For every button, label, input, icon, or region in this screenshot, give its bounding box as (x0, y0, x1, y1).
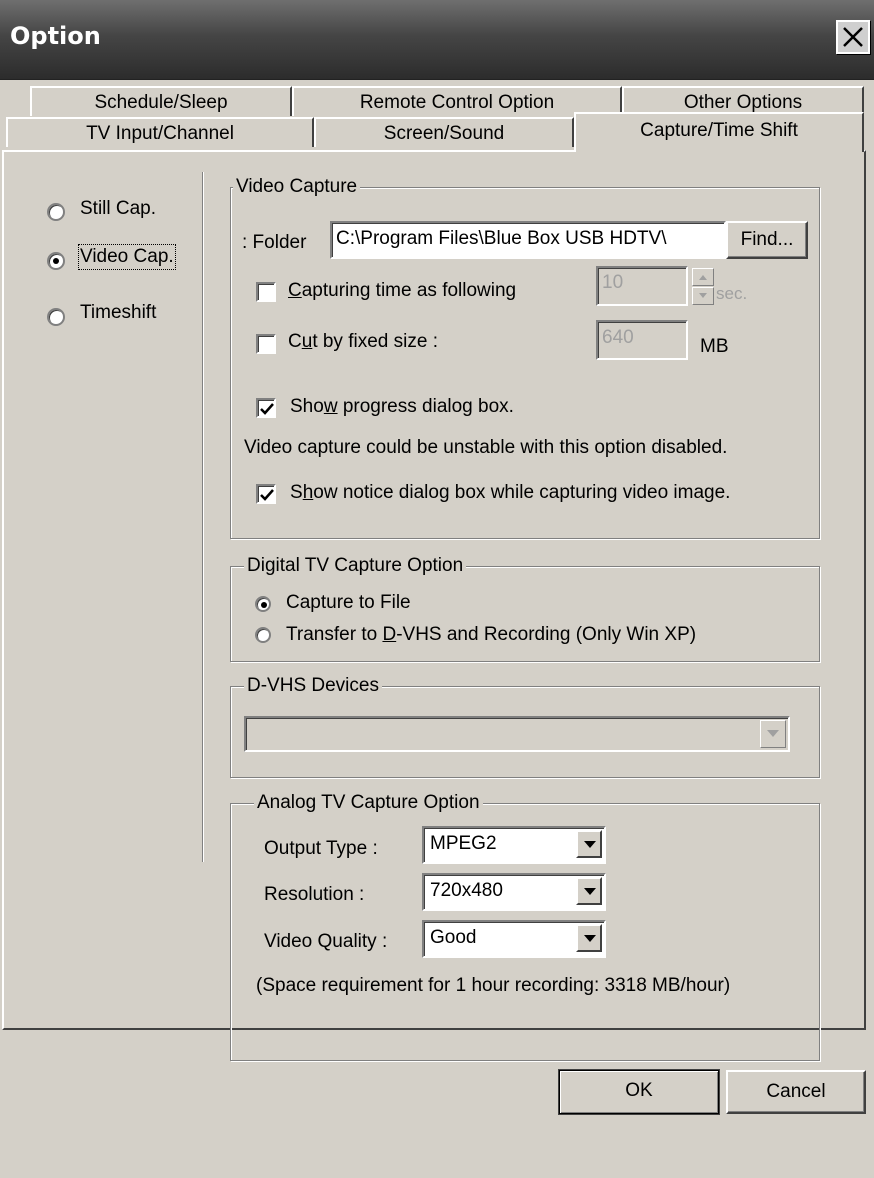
video-capture-title: Video Capture (233, 176, 361, 198)
resolution-select[interactable]: 720x480 (422, 873, 606, 911)
title-bar: Option (0, 0, 874, 80)
still-cap-radio[interactable] (47, 203, 65, 221)
tab-screen-sound[interactable]: Screen/Sound (314, 117, 574, 147)
video-quality-dropdown-button[interactable] (576, 924, 602, 952)
checkmark-icon (260, 403, 274, 415)
capture-time-checkbox[interactable] (256, 282, 276, 302)
output-type-value: MPEG2 (430, 833, 497, 854)
video-cap-radio[interactable] (47, 252, 65, 270)
resolution-label: Resolution : (264, 884, 365, 905)
capture-time-unit: sec. (716, 284, 748, 303)
dvhs-device-select[interactable] (244, 716, 790, 752)
digital-tv-capture-title: Digital TV Capture Option (244, 555, 467, 577)
resolution-value: 720x480 (430, 880, 503, 901)
stability-warning-text: Video capture could be unstable with thi… (244, 437, 728, 458)
dvhs-devices-title: D-VHS Devices (244, 675, 382, 697)
spin-down-button[interactable] (692, 287, 714, 305)
show-notice-label[interactable]: Show notice dialog box while capturing v… (290, 482, 730, 504)
chevron-down-icon (767, 730, 779, 737)
transfer-dvhs-label[interactable]: Transfer to D-VHS and Recording (Only Wi… (286, 624, 696, 646)
dvhs-dropdown-button[interactable] (760, 720, 786, 748)
find-button[interactable]: Find... (726, 221, 808, 259)
capture-time-label[interactable]: Capturing time as following (288, 280, 516, 302)
show-progress-label[interactable]: Show progress dialog box. (290, 396, 514, 418)
video-cap-label[interactable]: Video Cap. (78, 244, 176, 270)
nav-divider (202, 172, 204, 862)
checkmark-icon (260, 489, 274, 501)
tab-remote-control-option[interactable]: Remote Control Option (292, 86, 622, 116)
chevron-down-icon (584, 935, 596, 942)
still-cap-label[interactable]: Still Cap. (80, 198, 156, 220)
ok-button[interactable]: OK (558, 1069, 720, 1115)
space-requirement-note: (Space requirement for 1 hour recording:… (256, 975, 731, 996)
cut-size-unit: MB (700, 336, 729, 357)
resolution-dropdown-button[interactable] (576, 877, 602, 905)
window-title: Option (10, 22, 101, 50)
spin-up-icon (699, 275, 707, 280)
output-type-select[interactable]: MPEG2 (422, 826, 606, 864)
timeshift-label[interactable]: Timeshift (80, 302, 156, 324)
cut-size-label[interactable]: Cut by fixed size : (288, 331, 438, 353)
analog-tv-capture-title: Analog TV Capture Option (254, 792, 483, 814)
capture-time-input[interactable]: 10 (596, 266, 688, 306)
output-type-label: Output Type : (264, 838, 378, 859)
video-quality-label: Video Quality : (264, 931, 388, 952)
cancel-button[interactable]: Cancel (726, 1070, 866, 1114)
chevron-down-icon (584, 841, 596, 848)
close-button[interactable] (836, 20, 870, 54)
video-quality-select[interactable]: Good (422, 920, 606, 958)
folder-input[interactable]: C:\Program Files\Blue Box USB HDTV\ (330, 221, 726, 259)
folder-label: : Folder (242, 232, 307, 253)
chevron-down-icon (584, 888, 596, 895)
spin-up-button[interactable] (692, 268, 714, 286)
show-notice-checkbox[interactable] (256, 484, 276, 504)
cut-size-input[interactable]: 640 (596, 320, 688, 360)
timeshift-radio[interactable] (47, 308, 65, 326)
cut-size-checkbox[interactable] (256, 334, 276, 354)
capture-to-file-radio[interactable] (255, 596, 271, 612)
close-icon (843, 27, 863, 47)
digital-tv-capture-group (230, 566, 820, 662)
tab-capture-time-shift[interactable]: Capture/Time Shift (574, 112, 864, 152)
output-type-dropdown-button[interactable] (576, 830, 602, 858)
tab-tv-input-channel[interactable]: TV Input/Channel (6, 117, 314, 147)
tab-schedule-sleep[interactable]: Schedule/Sleep (30, 86, 292, 116)
show-progress-checkbox[interactable] (256, 398, 276, 418)
capture-to-file-label[interactable]: Capture to File (286, 592, 411, 614)
transfer-dvhs-radio[interactable] (255, 627, 271, 643)
spin-down-icon (699, 293, 707, 298)
video-quality-value: Good (430, 927, 477, 948)
